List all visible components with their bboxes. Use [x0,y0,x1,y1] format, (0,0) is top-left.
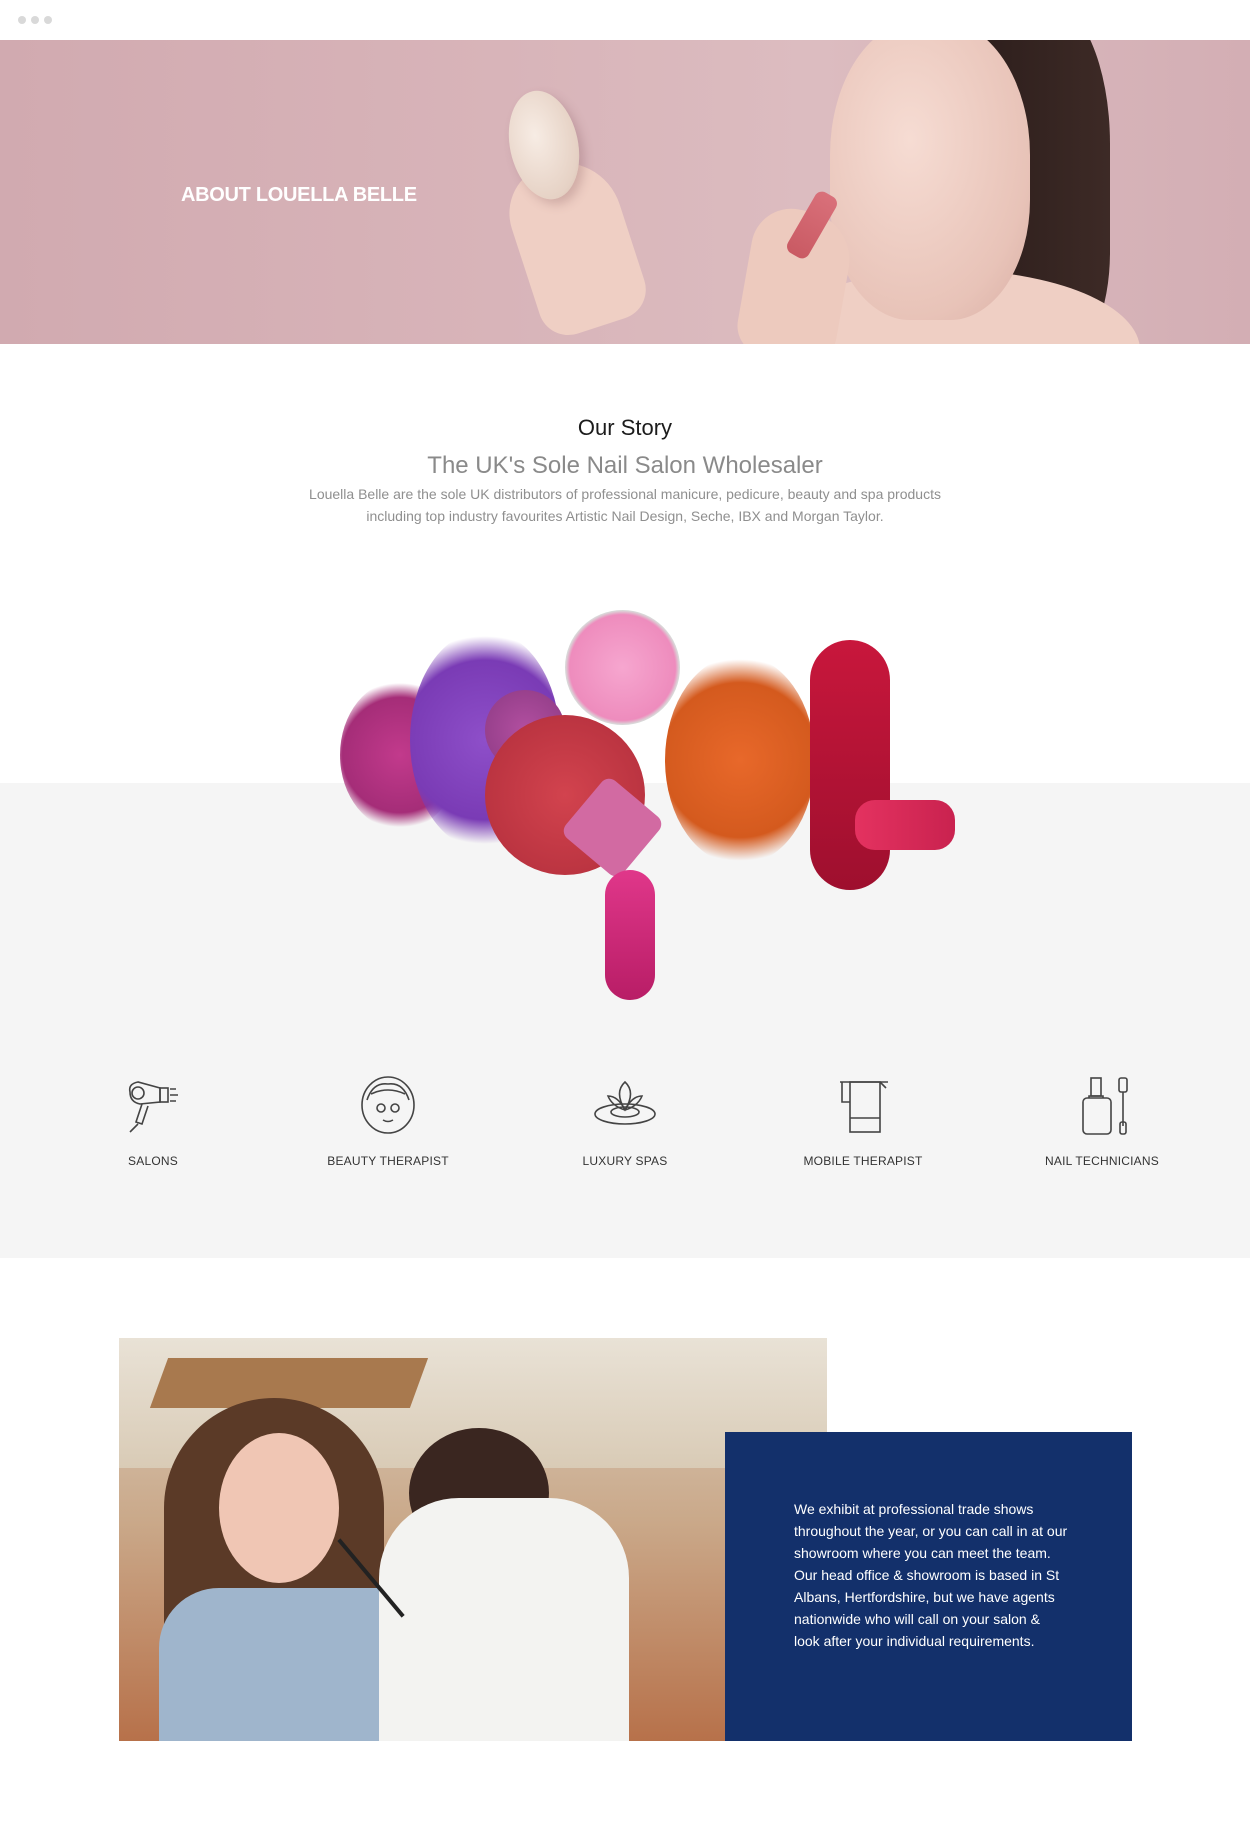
hero-model-face [830,40,1030,320]
service-label: BEAUTY THERAPIST [327,1154,449,1168]
hero-title: ABOUT LOUELLA BELLE [181,184,417,206]
window-dot-icon [18,16,26,24]
service-beauty-therapist[interactable]: BEAUTY THERAPIST [288,1070,488,1168]
window-chrome [0,0,1250,41]
service-mobile-therapist[interactable]: MOBILE THERAPIST [763,1070,963,1168]
window-dot-icon [44,16,52,24]
story-subheading: The UK's Sole Nail Salon Wholesaler [427,452,823,479]
service-nail-technicians[interactable]: NAIL TECHNICIANS [1002,1070,1202,1168]
story-heading: Our Story [577,415,673,440]
info-text: We exhibit at professional trade shows t… [794,1501,1068,1649]
lotus-icon [594,1080,656,1125]
face-mask-icon [361,1076,415,1134]
hero-banner: ABOUT LOUELLA BELLE [0,40,1250,344]
makeup-artist-photo [119,1338,827,1741]
cosmetics-image [210,580,1020,1000]
service-label: SALONS [128,1154,178,1168]
service-luxury-spas[interactable]: LUXURY SPAS [525,1070,725,1168]
service-label: MOBILE THERAPIST [803,1154,923,1168]
story-description: Louella Belle are the sole UK distributo… [309,486,941,524]
window-dot-icon [31,16,39,24]
service-label: LUXURY SPAS [582,1154,668,1168]
service-label: NAIL TECHNICIANS [1045,1154,1159,1168]
service-salons[interactable]: SALONS [53,1070,253,1168]
towel-icon [840,1081,888,1133]
hair-dryer-icon [128,1081,178,1133]
nail-polish-icon [1082,1077,1128,1135]
